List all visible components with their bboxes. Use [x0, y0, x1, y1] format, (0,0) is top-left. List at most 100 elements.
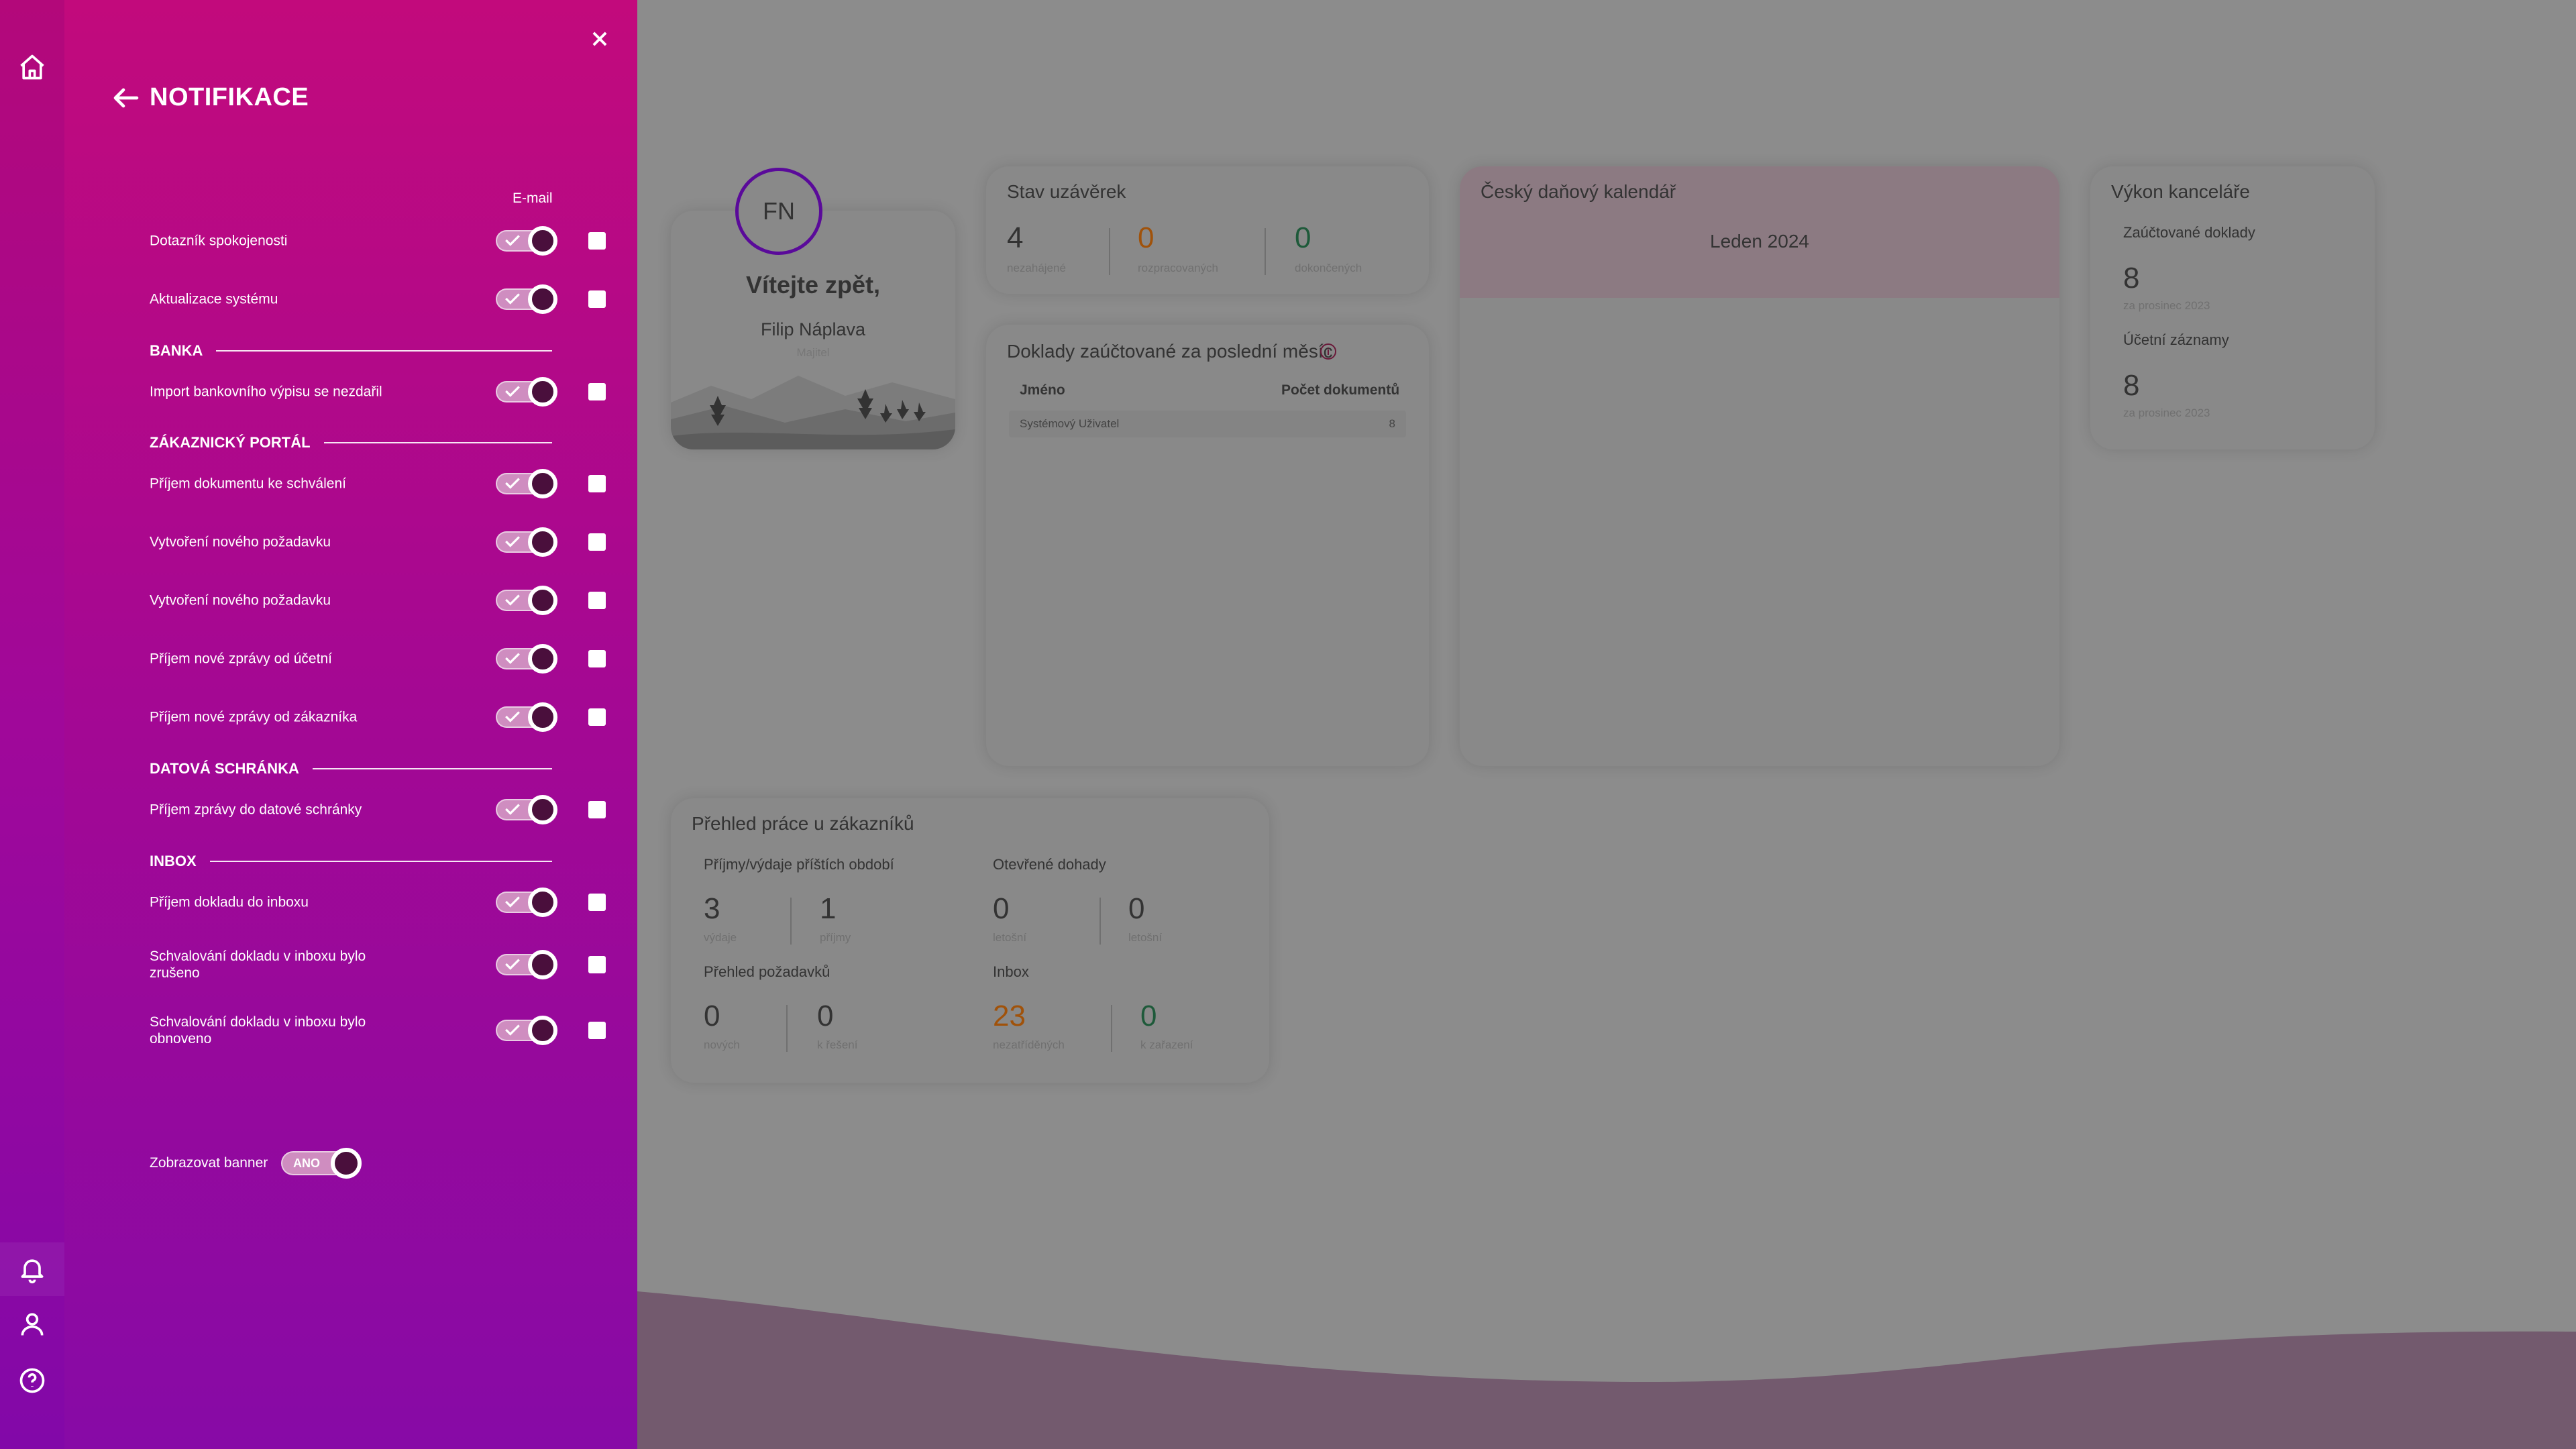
calendar-month[interactable]: Leden 2024 [1460, 231, 2059, 252]
email-checkbox[interactable] [588, 801, 606, 818]
section-header-inbox: INBOX [150, 851, 552, 871]
divider [1109, 228, 1110, 275]
app-notification-toggle[interactable] [496, 1016, 560, 1045]
stat-value: 0 [1295, 221, 1311, 254]
divider [1265, 228, 1266, 275]
email-checkbox[interactable] [588, 894, 606, 911]
check-icon [505, 235, 520, 246]
email-checkbox[interactable] [588, 533, 606, 551]
notification-label: Vytvoření nového požadavku [150, 534, 331, 550]
info-icon[interactable]: i [1320, 343, 1336, 360]
user-name: Filip Náplava [760, 319, 866, 339]
background-wave [637, 1291, 2576, 1449]
stat-value: 0 [1128, 892, 1145, 925]
stat-value: 23 [993, 1000, 1026, 1032]
section-header-datova-schranka: DATOVÁ SCHRÁNKA [150, 759, 552, 779]
notification-label: Dotazník spokojenosti [150, 233, 288, 249]
row-count: 8 [1389, 417, 1395, 430]
notification-label: Příjem dokumentu ke schválení [150, 476, 346, 492]
divider [1099, 898, 1101, 945]
check-icon [505, 1024, 520, 1036]
group-label: Otevřené dohady [993, 856, 1106, 873]
stat-value: 0 [1140, 1000, 1157, 1032]
check-icon [505, 478, 520, 489]
section-header-banka: BANKA [150, 341, 552, 361]
email-checkbox[interactable] [588, 956, 606, 973]
welcome-card: Vítejte zpět, Filip Náplava Majitel [671, 211, 955, 449]
check-icon [505, 804, 520, 815]
app-notification-toggle[interactable] [496, 586, 560, 615]
table-row[interactable]: Systémový Uživatel 8 [1009, 411, 1406, 437]
user-icon[interactable] [16, 1308, 48, 1340]
stat-label: příjmy [820, 931, 851, 944]
dashboard-overlay[interactable]: Vítejte zpět, Filip Náplava Majitel FN S… [637, 0, 2576, 1449]
app-notification-toggle[interactable] [496, 888, 560, 917]
section-title: BANKA [150, 342, 203, 359]
stat-label: nových [704, 1038, 740, 1051]
check-icon [505, 711, 520, 722]
stat-value: 0 [817, 1000, 834, 1032]
app-notification-toggle[interactable] [496, 644, 560, 674]
welcome-greeting: Vítejte zpět, [745, 271, 881, 299]
notification-row: Příjem dokladu do inboxu [150, 882, 619, 922]
email-checkbox[interactable] [588, 592, 606, 609]
app-notification-toggle[interactable] [496, 795, 560, 824]
email-checkbox[interactable] [588, 232, 606, 250]
notification-row: Dotazník spokojenosti [150, 221, 619, 261]
email-checkbox[interactable] [588, 290, 606, 308]
stat-value: 1 [820, 892, 837, 925]
home-icon[interactable] [16, 51, 48, 83]
card-title: Doklady zaúčtované za poslední měsíc [1007, 341, 1333, 362]
notification-label: Vytvoření nového požadavku [150, 592, 331, 608]
stat-label: letošní [993, 931, 1027, 944]
app-notification-toggle[interactable] [496, 469, 560, 498]
email-checkbox[interactable] [588, 650, 606, 667]
check-icon [505, 594, 520, 606]
stat-label: k řešení [817, 1038, 858, 1051]
help-icon[interactable] [16, 1364, 48, 1397]
back-button[interactable] [113, 85, 142, 111]
notification-row: Příjem nové zprávy od zákazníka [150, 697, 619, 737]
arrow-left-icon [113, 88, 139, 108]
section-title: DATOVÁ SCHRÁNKA [150, 760, 299, 777]
bell-icon[interactable] [16, 1253, 48, 1285]
email-checkbox[interactable] [588, 475, 606, 492]
app-notification-toggle[interactable] [496, 950, 560, 979]
stat-label: nezahájené [1007, 262, 1066, 274]
email-checkbox[interactable] [588, 1022, 606, 1039]
row-name: Systémový Uživatel [1020, 417, 1120, 430]
stat-value: 0 [1138, 221, 1155, 254]
stat-value: 0 [993, 892, 1010, 925]
notification-row: Schvalování dokladu v inboxu bylo obnove… [150, 1010, 619, 1051]
notification-row: Vytvoření nového požadavku [150, 522, 619, 562]
app-notification-toggle[interactable] [496, 377, 560, 407]
banner-toggle[interactable]: ANO [281, 1146, 366, 1180]
card-title: Stav uzávěrek [1007, 181, 1126, 202]
block-value: 8 [2123, 262, 2140, 294]
notification-panel: NOTIFIKACE E-mail Dotazník spokojenosti … [64, 0, 637, 1449]
banner-setting-row: Zobrazovat banner ANO [150, 1144, 485, 1182]
mountain-illustration [671, 376, 955, 449]
app-notification-toggle[interactable] [496, 226, 560, 256]
check-icon [505, 653, 520, 664]
check-icon [505, 959, 520, 970]
stat-label: nezatříděných [993, 1038, 1065, 1051]
notification-row: Příjem dokumentu ke schválení [150, 464, 619, 504]
notification-label: Schvalování dokladu v inboxu bylo zrušen… [150, 949, 366, 981]
stat-label: dokončených [1295, 262, 1362, 274]
close-button[interactable] [586, 25, 613, 52]
section-header-zakaznicky-portal: ZÁKAZNICKÝ PORTÁL [150, 433, 552, 453]
app-notification-toggle[interactable] [496, 702, 560, 732]
stat-value: 3 [704, 892, 720, 925]
app-notification-toggle[interactable] [496, 527, 560, 557]
email-checkbox[interactable] [588, 708, 606, 726]
email-checkbox[interactable] [588, 383, 606, 400]
app-notification-toggle[interactable] [496, 284, 560, 314]
tax-calendar-card: Český daňový kalendář Leden 2024 [1460, 166, 2059, 766]
email-column-header: E-mail [513, 191, 553, 206]
notification-row: Import bankovního výpisu se nezdařil [150, 372, 619, 412]
card-title: Český daňový kalendář [1481, 181, 1676, 202]
block-sub: za prosinec 2023 [2123, 299, 2210, 312]
divider [790, 898, 792, 945]
notification-row: Příjem zprávy do datové schránky [150, 790, 619, 830]
